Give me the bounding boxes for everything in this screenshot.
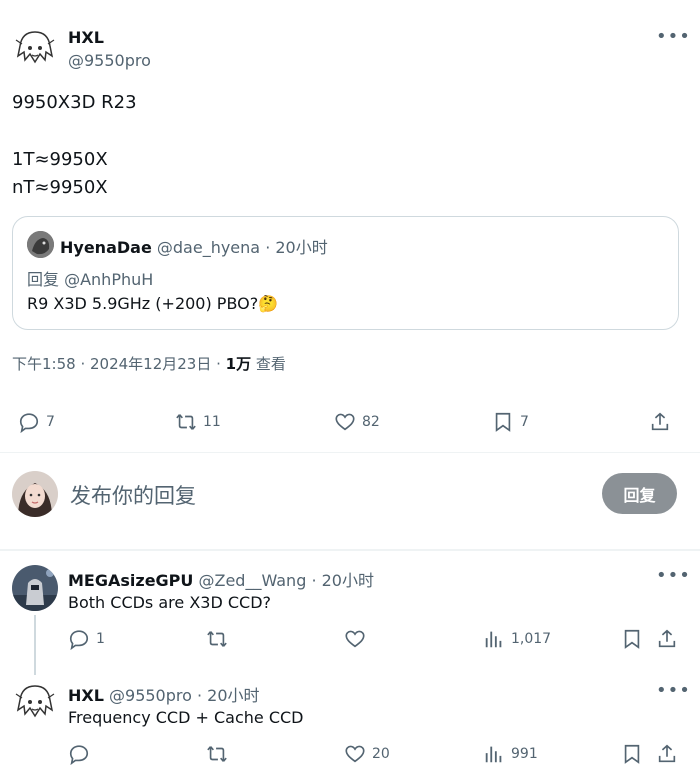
quote-author-name: HyenaDae [60, 238, 152, 257]
action-bar-divider [0, 452, 700, 453]
share-action[interactable] [649, 411, 671, 437]
thread-line [34, 615, 36, 675]
heart-icon [344, 743, 366, 765]
quote-time: · 20小时 [265, 238, 328, 257]
reply-count: 7 [46, 414, 55, 430]
reply-header: MEGAsizeGPU @Zed__Wang · 20小时 [68, 567, 374, 591]
reply-author-avatar[interactable] [12, 680, 58, 726]
tweet-text-line-3: nT≈9950X [12, 177, 108, 198]
retweet-icon [175, 411, 197, 433]
anime-avatar-image [12, 26, 58, 72]
hyena-avatar-image [27, 231, 54, 258]
reply-author-name[interactable]: HXL [68, 686, 104, 705]
reply-count: 1 [96, 631, 105, 647]
tweet-text-line-2: 1T≈9950X [12, 149, 108, 170]
views-action[interactable]: 991 [483, 743, 538, 765]
view-label: 查看 [251, 355, 286, 373]
like-count: 20 [372, 746, 390, 762]
bookmark-action[interactable]: 7 [492, 411, 529, 433]
tweet-meta: 下午1:58 · 2024年12月23日 · 1万 查看 [12, 353, 286, 374]
quote-author-handle: @dae_hyena [156, 238, 261, 257]
reply-time[interactable]: · 20小时 [311, 571, 374, 590]
view-count: 1万 [225, 355, 252, 373]
reply-icon [68, 628, 90, 650]
quote-reply-to: 回复 @AnhPhuH [27, 270, 154, 289]
reply-text: Both CCDs are X3D CCD? [68, 593, 272, 612]
bookmark-icon [621, 743, 643, 765]
like-count: 82 [362, 414, 380, 430]
views-icon [483, 743, 505, 765]
current-user-avatar[interactable] [12, 471, 58, 517]
quote-text: R9 X3D 5.9GHz (+200) PBO?🤔 [27, 294, 279, 313]
reply-action[interactable]: 1 [68, 628, 105, 650]
reply-author-avatar[interactable] [12, 565, 58, 611]
retweet-count: 11 [203, 414, 221, 430]
tweet-text-line-1: 9950X3D R23 [12, 92, 137, 113]
retweet-action[interactable] [206, 743, 228, 769]
reply-action[interactable]: 7 [18, 411, 55, 433]
reply-author-handle[interactable]: @Zed__Wang [198, 571, 306, 590]
views-action[interactable]: 1,017 [483, 628, 551, 650]
reply-action[interactable] [68, 743, 90, 769]
views-count: 991 [511, 746, 538, 762]
views-icon [483, 628, 505, 650]
compose-reply-input[interactable]: 发布你的回复 [70, 480, 196, 510]
retweet-icon [206, 628, 228, 650]
reply-time[interactable]: · 20小时 [197, 686, 260, 705]
user-photo-image [12, 471, 58, 517]
mech-avatar-image [12, 565, 58, 611]
share-icon [656, 628, 678, 650]
quote-author-avatar [27, 231, 54, 258]
retweet-action[interactable] [206, 628, 228, 654]
anime-avatar-image [12, 680, 58, 726]
retweet-icon [206, 743, 228, 765]
author-avatar[interactable] [12, 26, 58, 72]
quote-tweet-card[interactable]: HyenaDae @dae_hyena · 20小时 回复 @AnhPhuH R… [12, 216, 679, 330]
reply-text: Frequency CCD + Cache CCD [68, 708, 304, 727]
author-handle[interactable]: @9550pro [68, 51, 151, 70]
author-name[interactable]: HXL [68, 28, 104, 47]
quote-header: HyenaDae @dae_hyena · 20小时 [60, 234, 328, 258]
reply-icon [18, 411, 40, 433]
more-icon[interactable]: ••• [656, 26, 691, 47]
like-action[interactable]: 82 [334, 411, 380, 433]
heart-icon [334, 411, 356, 433]
bookmark-action[interactable] [621, 628, 643, 654]
reply-author-name[interactable]: MEGAsizeGPU [68, 571, 193, 590]
reply-header: HXL @9550pro · 20小时 [68, 682, 260, 706]
retweet-action[interactable]: 11 [175, 411, 221, 433]
reply-button[interactable]: 回复 [602, 473, 677, 514]
like-action[interactable]: 20 [344, 743, 390, 765]
bookmark-icon [492, 411, 514, 433]
tweet-timestamp[interactable]: 下午1:58 · 2024年12月23日 · [12, 355, 226, 373]
bookmark-count: 7 [520, 414, 529, 430]
share-action[interactable] [656, 743, 678, 769]
like-action[interactable] [344, 628, 366, 654]
share-action[interactable] [656, 628, 678, 654]
bookmark-action[interactable] [621, 743, 643, 769]
compose-divider [0, 549, 700, 551]
share-icon [656, 743, 678, 765]
more-icon[interactable]: ••• [656, 565, 691, 586]
reply-author-handle[interactable]: @9550pro [109, 686, 192, 705]
share-icon [649, 411, 671, 433]
bookmark-icon [621, 628, 643, 650]
heart-icon [344, 628, 366, 650]
more-icon[interactable]: ••• [656, 680, 691, 701]
views-count: 1,017 [511, 631, 552, 647]
reply-icon [68, 743, 90, 765]
